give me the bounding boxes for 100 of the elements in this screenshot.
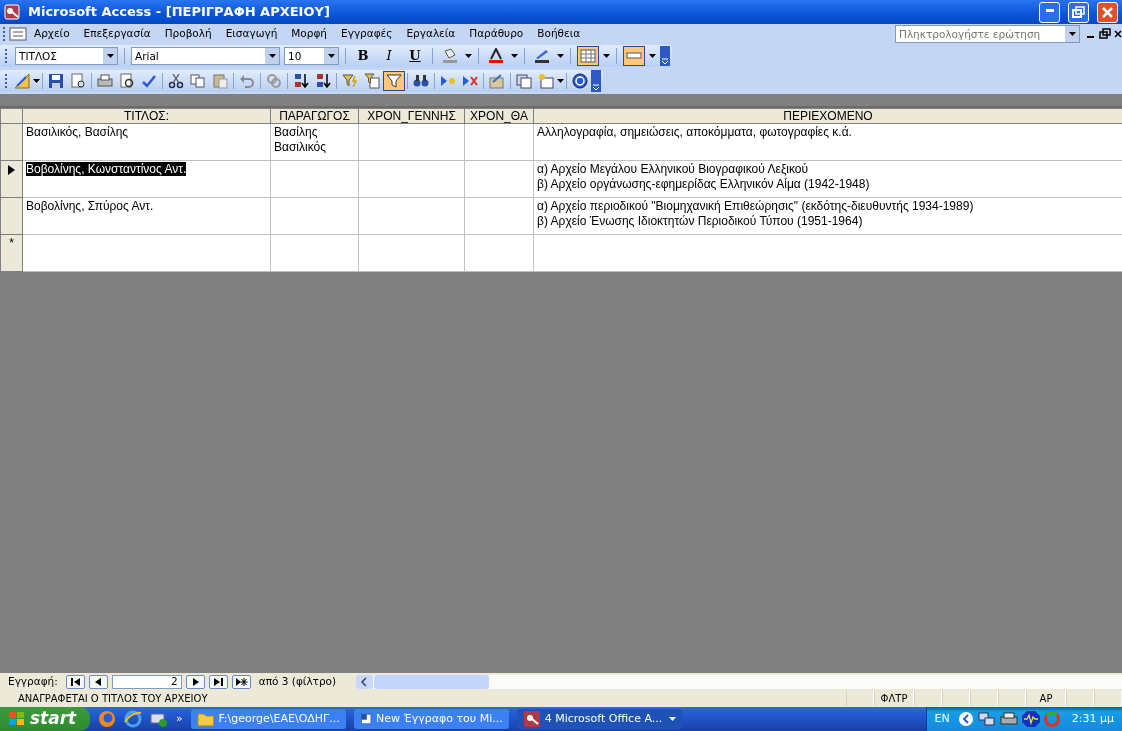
status-message: ΑΝΑΓΡΑΦΕΤΑΙ Ο ΤΙΤΛΟΣ ΤΟΥ ΑΡΧΕΙΟΥ [18, 692, 209, 706]
flag-icon [8, 711, 26, 727]
sort-descending-icon [315, 73, 331, 89]
italic-button[interactable]: I [378, 46, 400, 66]
sort-ascending-icon [293, 73, 309, 89]
record-label: Εγγραφή: [8, 673, 58, 689]
database-window-icon [516, 73, 532, 89]
column-header[interactable]: ΤΙΤΛΟΣ: [22, 108, 271, 124]
select-all-corner[interactable] [0, 108, 23, 124]
column-header[interactable]: ΧΡΟΝ_ΘΑ [464, 108, 534, 124]
browser-icon[interactable] [124, 710, 142, 728]
help-icon [572, 73, 588, 89]
menu-item[interactable]: Επεξεργασία [76, 26, 158, 42]
database-window-button[interactable] [513, 71, 535, 91]
scissors-icon [168, 73, 184, 89]
folder-icon [196, 710, 215, 728]
table-cell: Βασιλικός, Βασίλης [26, 125, 129, 139]
window-title: Microsoft Access - [ΠΕΡΙΓΡΑΦΗ ΑΡΧΕΙΟΥ] [28, 3, 331, 22]
close-icon [1102, 6, 1113, 18]
last-record-icon [211, 676, 225, 687]
document-magnifier-icon [70, 73, 86, 89]
new-record-marker: * [9, 236, 14, 250]
delete-record-icon [462, 73, 478, 89]
paste-icon [212, 73, 228, 89]
chevron-button[interactable]: » [176, 710, 183, 728]
app-icon [4, 4, 20, 20]
line-style-button[interactable] [623, 46, 645, 66]
menu-item[interactable]: Αρχείο [27, 26, 77, 42]
restore-icon [1072, 6, 1085, 18]
underline-button[interactable]: U [404, 46, 426, 66]
network-icon[interactable] [977, 711, 996, 727]
toolbar-options-icon[interactable] [591, 70, 601, 92]
minimize-icon [1045, 8, 1054, 12]
form-icon [9, 27, 27, 41]
clock: 2:31 μμ [1071, 710, 1114, 727]
status-panel [970, 691, 998, 706]
status-indicator: ΑΡ [1039, 693, 1053, 704]
table-cell: Αλληλογραφία, σημειώσεις, αποκόμματα, φωτογραφίες κ.ά. [537, 125, 852, 139]
status-panel [1094, 691, 1122, 706]
menu-item[interactable]: Μορφή [284, 26, 335, 42]
fill-color-icon [442, 48, 458, 64]
line-color-icon [534, 48, 550, 64]
record-count: από 3 (φίλτρο) [258, 673, 337, 689]
bold-button[interactable]: B [352, 46, 374, 66]
new-record-icon [440, 73, 456, 89]
taskbar-button[interactable]: F:\george\ΕΑΕ\ΟΔΗΓ... [190, 709, 346, 729]
menu-item[interactable]: Βοήθεια [530, 26, 588, 42]
table-cell: α) Αρχείο περιοδικού "Βιομηχανική Επιθεώρησις" (εκδότης-διευθυντής 1934-1989) β) Αρχείο Ένωσης Ιδιοκτητών Περιοδικού Τύπου (1951-1964) [537, 199, 974, 228]
record-selector[interactable] [0, 160, 23, 198]
help-button[interactable] [569, 71, 591, 91]
record-number-field[interactable]: 2 [111, 674, 182, 689]
table-cell: α) Αρχείο Μεγάλου Ελληνικού Βιογραφικού Λεξικού β) Αρχείο οργάνωσης-εφημερίδας Ελληνικόν Αίμα (1942-1948) [537, 162, 870, 191]
menu-item[interactable]: Προβολή [157, 26, 219, 42]
status-panel [942, 691, 970, 706]
filter-icon [386, 73, 402, 89]
column-header[interactable]: ΠΑΡΑΓΩΓΟΣ [270, 108, 359, 124]
restore-icon[interactable] [1098, 27, 1112, 41]
copy-icon [190, 73, 206, 89]
new-record-icon [234, 676, 248, 687]
first-record-button[interactable] [65, 674, 85, 689]
close-button[interactable] [1097, 1, 1118, 23]
gridlines-button[interactable] [577, 46, 599, 66]
new-record-button[interactable] [231, 674, 251, 689]
waveform-icon[interactable] [1021, 711, 1040, 727]
horizontal-scrollbar[interactable] [356, 674, 1122, 689]
column-header[interactable]: ΠΕΡΙΕΧΟΜΕΝΟ [533, 108, 1122, 124]
filter-button[interactable] [383, 71, 405, 91]
menu-item[interactable]: Εργαλεία [399, 26, 463, 42]
toolbar-options-icon[interactable] [660, 46, 670, 66]
status-indicator: ΦΛΤΡ [880, 693, 908, 704]
spell-check-icon [141, 73, 157, 89]
chevron-icon[interactable] [957, 711, 974, 727]
new-object-icon [538, 73, 554, 89]
scroll-left-button[interactable] [356, 674, 374, 689]
column-header[interactable]: ΧΡΟΝ_ΓΕΝΝΗΣ [358, 108, 465, 124]
menu-item[interactable]: Εισαγωγή [218, 26, 285, 42]
ruler-icon [14, 73, 30, 89]
last-record-button[interactable] [208, 674, 228, 689]
current-record-icon [8, 164, 15, 175]
menu-item[interactable]: Εγγραφές [334, 26, 400, 42]
binoculars-icon [413, 73, 429, 89]
start-button[interactable]: start [0, 707, 90, 731]
menu-item[interactable]: Παράθυρο [462, 26, 531, 42]
printer-icon[interactable] [999, 711, 1018, 727]
scrollbar-thumb[interactable] [373, 674, 490, 689]
minimize-button[interactable] [1039, 1, 1060, 23]
next-record-button[interactable] [185, 674, 205, 689]
globe-icon[interactable] [98, 710, 116, 728]
table-cell: Βοβολίνης, Σπύρος Αντ. [26, 199, 154, 213]
taskbar-button[interactable]: 4 Microsoft Office A... [516, 709, 682, 729]
taskbar-button[interactable]: New Έγγραφο του Mi... [353, 709, 509, 729]
restore-button[interactable] [1068, 1, 1089, 23]
table-cell: Βασίλης Βασιλικός [274, 125, 326, 154]
filter-form-button[interactable] [361, 71, 383, 91]
table-cell: Βοβολίνης, Κωνσταντίνος Αντ. [26, 162, 187, 176]
gridlines-icon [580, 48, 596, 64]
link-icon [266, 73, 282, 89]
previous-record-button[interactable] [88, 674, 108, 689]
undo-icon [239, 73, 255, 89]
printer-icon [97, 73, 113, 89]
